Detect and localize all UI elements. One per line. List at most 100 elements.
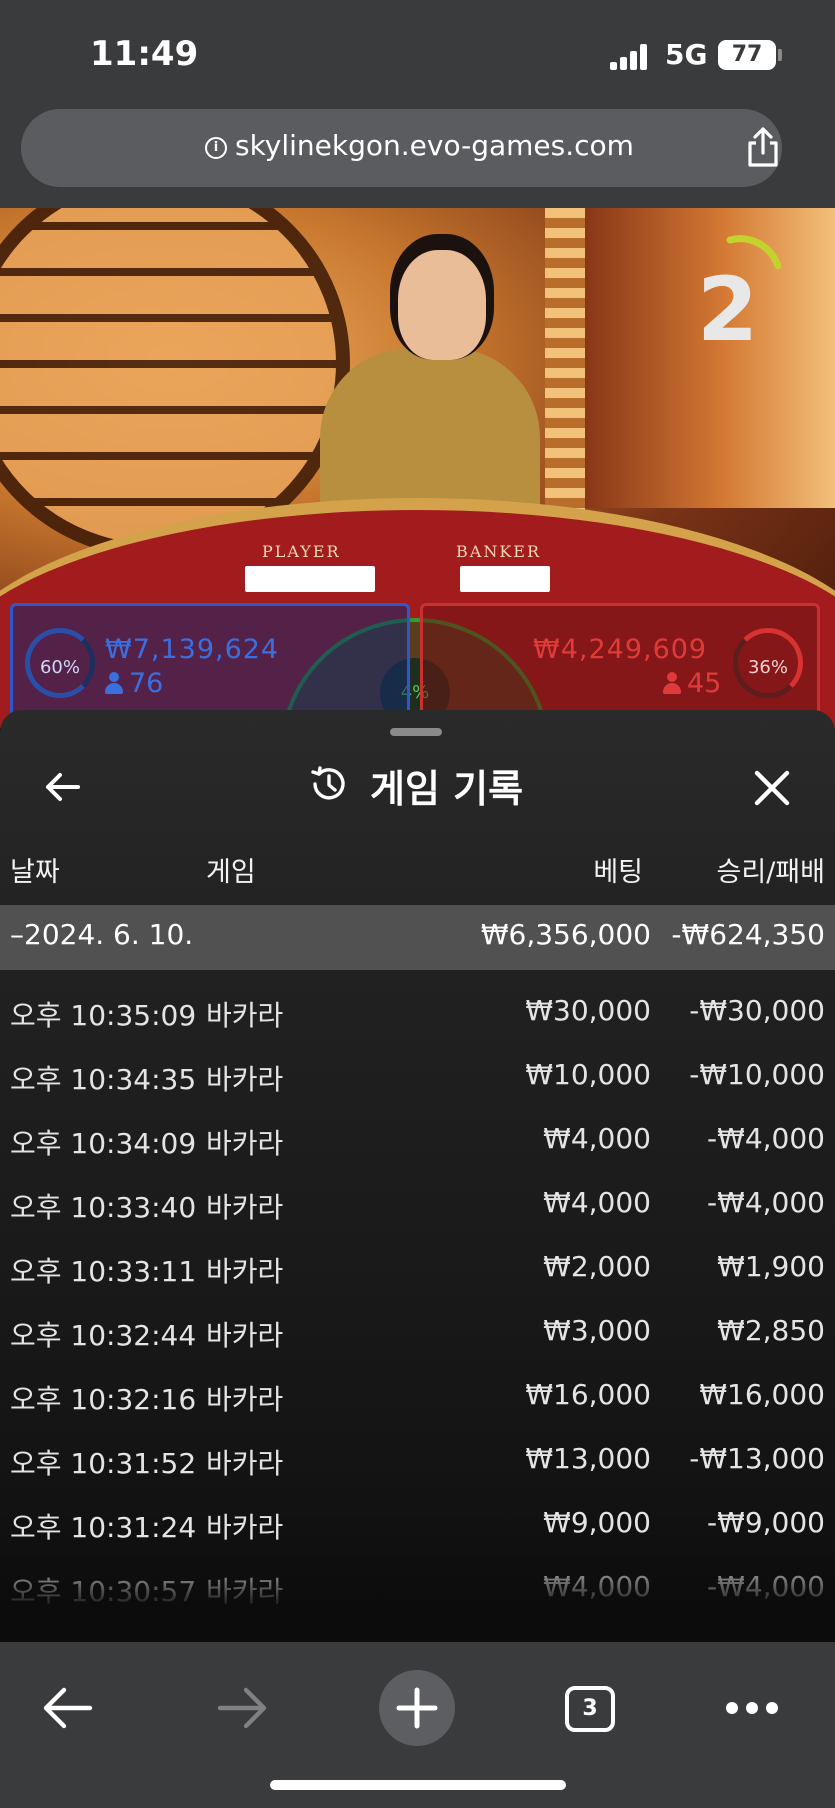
table-label-banker: BANKER (456, 542, 541, 561)
table-row[interactable]: 오후 10:33:40 바카라 ₩4,000 -₩4,000 (0, 1172, 835, 1236)
table-row[interactable]: 오후 10:34:09 바카라 ₩4,000 -₩4,000 (0, 1108, 835, 1172)
row-game: 바카라 (206, 1191, 284, 1224)
column-header-date[interactable]: 날짜 (10, 850, 60, 889)
person-icon (663, 672, 681, 694)
row-bet: ₩9,000 (543, 1506, 651, 1539)
column-header-bet[interactable]: 베팅 (593, 850, 643, 889)
row-result: -₩4,000 (707, 1186, 825, 1219)
banker-cards (460, 566, 550, 592)
row-bet: ₩16,000 (525, 1378, 651, 1411)
person-icon (105, 672, 123, 694)
table-label-player: PLAYER (262, 542, 341, 561)
battery-icon: 77 (718, 40, 776, 70)
row-game: 바카라 (206, 999, 284, 1032)
row-game: 바카라 (206, 1511, 284, 1544)
countdown-number: 2 (697, 258, 759, 361)
row-result: -₩30,000 (689, 994, 825, 1027)
row-time: 오후 10:33:11 (10, 1255, 197, 1288)
day-bet-total: ₩6,356,000 (480, 918, 651, 951)
browser-toolbar: 3 (0, 1642, 835, 1808)
row-game: 바카라 (206, 1255, 284, 1288)
browser-address-area: i skylinekgon.evo-games.com (0, 105, 835, 208)
history-clock-icon (311, 766, 345, 800)
table-row[interactable]: 오후 10:31:52 바카라 ₩13,000 -₩13,000 (0, 1428, 835, 1492)
row-time: 오후 10:32:44 (10, 1319, 197, 1352)
plus-icon (396, 1687, 438, 1729)
day-date: –2024. 6. 10. (10, 918, 194, 951)
row-time: 오후 10:31:24 (10, 1511, 197, 1544)
row-time: 오후 10:34:35 (10, 1063, 197, 1096)
player-percent: 60% (25, 628, 95, 698)
row-game: 바카라 (206, 1063, 284, 1096)
more-icon[interactable] (726, 1702, 778, 1714)
table-row[interactable]: 오후 10:32:16 바카라 ₩16,000 ₩16,000 (0, 1364, 835, 1428)
list-fade-overlay (0, 1550, 835, 1642)
title-text: 게임 기록 (370, 767, 524, 811)
player-bet-amount: ₩7,139,624 (105, 634, 280, 665)
close-icon[interactable] (752, 768, 792, 808)
dealer-body (320, 348, 540, 518)
row-time: 오후 10:31:52 (10, 1447, 197, 1480)
table-row[interactable]: 오후 10:31:24 바카라 ₩9,000 -₩9,000 (0, 1492, 835, 1556)
row-result: -₩13,000 (689, 1442, 825, 1475)
table-row[interactable]: 오후 10:34:35 바카라 ₩10,000 -₩10,000 (0, 1044, 835, 1108)
row-result: -₩9,000 (707, 1506, 825, 1539)
table-row[interactable]: 오후 10:32:44 바카라 ₩3,000 ₩2,850 (0, 1300, 835, 1364)
day-result-total: -₩624,350 (671, 918, 825, 951)
back-arrow-icon[interactable] (40, 765, 84, 809)
banker-count-value: 45 (687, 668, 722, 699)
cellular-signal-icon (610, 44, 650, 70)
home-indicator[interactable] (270, 1780, 566, 1790)
network-type: 5G (665, 38, 708, 71)
row-game: 바카라 (206, 1447, 284, 1480)
player-count-value: 76 (129, 668, 164, 699)
row-result: ₩16,000 (699, 1378, 825, 1411)
row-game: 바카라 (206, 1127, 284, 1160)
row-game: 바카라 (206, 1319, 284, 1352)
row-game: 바카라 (206, 1383, 284, 1416)
row-time: 오후 10:35:09 (10, 999, 197, 1032)
table-row[interactable]: 오후 10:33:11 바카라 ₩2,000 ₩1,900 (0, 1236, 835, 1300)
player-cards (245, 566, 375, 592)
battery-level: 77 (731, 42, 763, 67)
table-row[interactable]: 오후 10:35:09 바카라 ₩30,000 -₩30,000 (0, 980, 835, 1044)
row-bet: ₩10,000 (525, 1058, 651, 1091)
banker-bet-amount: ₩4,249,609 (533, 634, 708, 665)
column-header-game[interactable]: 게임 (206, 850, 256, 889)
address-bar[interactable]: i skylinekgon.evo-games.com (21, 109, 782, 187)
battery-tip (778, 49, 782, 61)
column-header-result[interactable]: 승리/패배 (717, 850, 825, 889)
decorative-pillar (545, 208, 585, 538)
status-bar: 11:49 5G 77 (0, 0, 835, 105)
status-time: 11:49 (90, 34, 199, 74)
row-time: 오후 10:34:09 (10, 1127, 197, 1160)
dealer-head (398, 250, 486, 360)
player-bettor-count: 76 (105, 668, 163, 699)
banker-percent: 36% (733, 628, 803, 698)
game-history-sheet: 게임 기록 날짜 게임 베팅 승리/패배 –2024. 6. 10. ₩6,35… (0, 710, 835, 1642)
row-result: -₩4,000 (707, 1122, 825, 1155)
banker-bettor-count: 45 (663, 668, 721, 699)
row-bet: ₩13,000 (525, 1442, 651, 1475)
row-time: 오후 10:32:16 (10, 1383, 197, 1416)
row-time: 오후 10:33:40 (10, 1191, 197, 1224)
live-game-video[interactable]: PLAYER BANKER 2 4% 60% ₩7,139,624 76 ₩4,… (0, 208, 835, 728)
row-result: ₩1,900 (717, 1250, 825, 1283)
row-result: -₩10,000 (689, 1058, 825, 1091)
row-bet: ₩4,000 (543, 1186, 651, 1219)
day-summary-row[interactable]: –2024. 6. 10. ₩6,356,000 -₩624,350 (0, 905, 835, 970)
info-icon[interactable]: i (205, 137, 227, 159)
row-bet: ₩3,000 (543, 1314, 651, 1347)
browser-forward-icon[interactable] (204, 1670, 280, 1746)
row-bet: ₩2,000 (543, 1250, 651, 1283)
new-tab-button[interactable] (379, 1670, 455, 1746)
url-text[interactable]: skylinekgon.evo-games.com (235, 129, 634, 162)
tab-count: 3 (582, 1696, 598, 1721)
share-icon[interactable] (743, 125, 783, 169)
row-bet: ₩30,000 (525, 994, 651, 1027)
tabs-button[interactable]: 3 (565, 1686, 615, 1732)
sheet-grabber[interactable] (390, 728, 442, 736)
browser-back-icon[interactable] (30, 1670, 106, 1746)
row-result: ₩2,850 (717, 1314, 825, 1347)
row-bet: ₩4,000 (543, 1122, 651, 1155)
